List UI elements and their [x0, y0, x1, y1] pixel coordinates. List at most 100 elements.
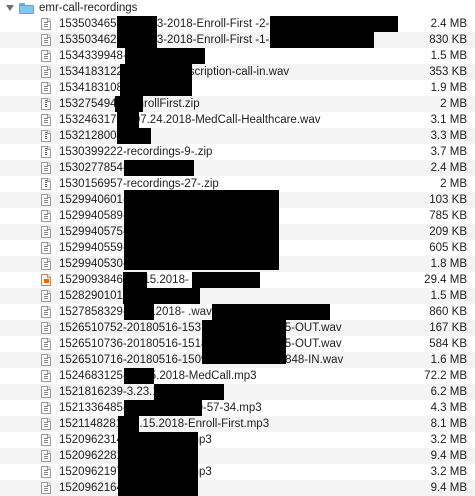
- file-name: 1535034651- -08-23-2018-Enroll-First -2-…: [59, 18, 293, 30]
- file-name: 1521148281- -3.15.2018-Enroll-First.mp3: [59, 418, 270, 430]
- redaction-block: [118, 464, 198, 480]
- zip-file-icon: [41, 98, 51, 110]
- file-row[interactable]: 1532128004- .zip 3.3 MB: [0, 128, 475, 144]
- file-name: 1524683125- -4.25.2018-MedCall.mp3: [59, 370, 257, 382]
- file-row[interactable]: 1534183122- 8.13.18-prescription-call-in…: [0, 64, 475, 80]
- audio-file-icon: [41, 370, 51, 382]
- redaction-block: [120, 80, 192, 96]
- audio-file-icon: [41, 162, 51, 174]
- file-size: 1.5 MB: [430, 50, 467, 62]
- audio-file-icon: [41, 66, 51, 78]
- file-size: 2 MB: [440, 98, 467, 110]
- audio-file-icon: [41, 290, 51, 302]
- audio-file-icon: [41, 354, 51, 366]
- file-size: 605 KB: [429, 242, 467, 254]
- file-name: 1526510752-20180516-153756- 7135827325-O…: [59, 322, 342, 334]
- redaction-block: [124, 256, 279, 270]
- redaction-block: [154, 384, 224, 400]
- file-size: 103 KB: [429, 194, 467, 206]
- redaction-block: [124, 368, 154, 384]
- file-row[interactable]: 1534339948- 8.15.18.wav1.5 MB: [0, 48, 475, 64]
- redaction-block: [124, 400, 202, 416]
- file-size: 1.6 MB: [430, 354, 467, 366]
- audio-file-icon: [41, 450, 51, 462]
- redaction-block: [117, 32, 157, 48]
- file-row[interactable]: 1532754941- EnrollFirst.zip 2 MB: [0, 96, 475, 112]
- redaction-block: [202, 352, 286, 364]
- audio-file-icon: [41, 82, 51, 94]
- audio-file-icon: [41, 306, 51, 318]
- zip-file-icon: [41, 130, 51, 142]
- redaction-block: [117, 112, 139, 128]
- redaction-block: [124, 224, 279, 240]
- redaction-block: [124, 240, 279, 256]
- redaction-block: [202, 336, 286, 352]
- file-row[interactable]: 1534183108- 8.13.18.wav1.9 MB: [0, 80, 475, 96]
- file-size: 3.1 MB: [430, 114, 467, 126]
- file-row[interactable]: 1532463175- -07.24.2018-MedCall-Healthca…: [0, 112, 475, 128]
- audio-file-icon: [41, 258, 51, 270]
- file-size: 209 KB: [429, 226, 467, 238]
- file-row[interactable]: 1530277854- 6.29.18.wav2.4 MB: [0, 160, 475, 176]
- redaction-block: [118, 480, 198, 496]
- file-row[interactable]: 1520962197- -3.13.18-2-.mp33.2 MB: [0, 464, 475, 480]
- file-name: 1530156957-recordings-27-.zip: [59, 178, 219, 190]
- redaction-block: [118, 416, 139, 432]
- redaction-block: [124, 208, 279, 224]
- file-size: 167 KB: [429, 322, 467, 334]
- folder-row[interactable]: emr-call-recordings: [0, 0, 475, 16]
- file-size: 8.1 MB: [430, 418, 467, 430]
- file-name: 1526510736-20180516-151849- 7135827325-O…: [59, 338, 342, 350]
- file-size: 860 KB: [429, 306, 467, 318]
- file-size: 1.5 MB: [430, 290, 467, 302]
- redaction-block: [202, 320, 286, 336]
- file-size: 3.2 MB: [430, 466, 467, 478]
- audio-file-icon: [41, 386, 51, 398]
- audio-file-icon: [41, 18, 51, 30]
- redaction-block: [124, 190, 279, 208]
- zip-file-icon: [41, 178, 51, 190]
- audio-file-icon: [41, 226, 51, 238]
- redaction-block: [270, 32, 374, 48]
- redaction-block: [123, 288, 200, 304]
- file-row[interactable]: 1520962281- -3.13.18.mp39.4 MB: [0, 448, 475, 464]
- redaction-block: [117, 128, 151, 144]
- audio-file-icon: [41, 194, 51, 206]
- file-row[interactable]: 1520962164- -3.13.18.mp39.4 MB: [0, 480, 475, 496]
- audio-file-icon: [41, 242, 51, 254]
- redaction-block: [118, 448, 198, 464]
- file-size: 29.4 MB: [424, 274, 467, 286]
- file-row[interactable]: 1528290101- -6.6.18.wav1.5 MB: [0, 288, 475, 304]
- audio-file-icon: [41, 482, 51, 494]
- audio-file-icon: [41, 402, 51, 414]
- audio-file-icon: [41, 434, 51, 446]
- file-row[interactable]: 1535034621- -08-23-2018-Enroll-First -1-…: [0, 32, 475, 48]
- zip-file-icon: [41, 146, 51, 158]
- redaction-block: [270, 16, 398, 32]
- file-row[interactable]: 1520962314- -3.13.18-2-.mp33.2 MB: [0, 432, 475, 448]
- file-size: 3.7 MB: [430, 146, 467, 158]
- file-size: 3.3 MB: [430, 130, 467, 142]
- file-row[interactable]: 1524683125- -4.25.2018-MedCall.mp3 72.2 M…: [0, 368, 475, 384]
- file-size: 2.4 MB: [430, 162, 467, 174]
- file-row[interactable]: 1530399222-recordings-9-.zip 3.7 MB: [0, 144, 475, 160]
- file-size: 785 KB: [429, 210, 467, 222]
- file-row[interactable]: 1535034651- -08-23-2018-Enroll-First -2-…: [0, 16, 475, 32]
- file-row[interactable]: 1521336485- -2018-3-17-20-57-34.mp34.3 M…: [0, 400, 475, 416]
- file-row[interactable]: 1521148281- -3.15.2018-Enroll-First.mp3 8…: [0, 416, 475, 432]
- redaction-block: [124, 304, 154, 320]
- redaction-block: [120, 64, 192, 80]
- file-row[interactable]: 1521816239-3.23.18- .mp3 6.2 MB: [0, 384, 475, 400]
- file-name: 1532463175- -07.24.2018-MedCall-Healthca…: [59, 114, 321, 126]
- file-name: 1530399222-recordings-9-.zip: [59, 146, 213, 158]
- redaction-block: [115, 96, 143, 112]
- folder-name: emr-call-recordings: [39, 2, 138, 14]
- disclosure-triangle-icon[interactable]: [6, 5, 14, 11]
- file-size: 9.4 MB: [430, 450, 467, 462]
- redaction-block: [124, 160, 194, 176]
- file-size: 353 KB: [429, 66, 467, 78]
- audio-file-icon: [41, 322, 51, 334]
- file-size: 830 KB: [429, 34, 467, 46]
- file-size: 584 KB: [429, 338, 467, 350]
- folder-icon: [19, 2, 34, 14]
